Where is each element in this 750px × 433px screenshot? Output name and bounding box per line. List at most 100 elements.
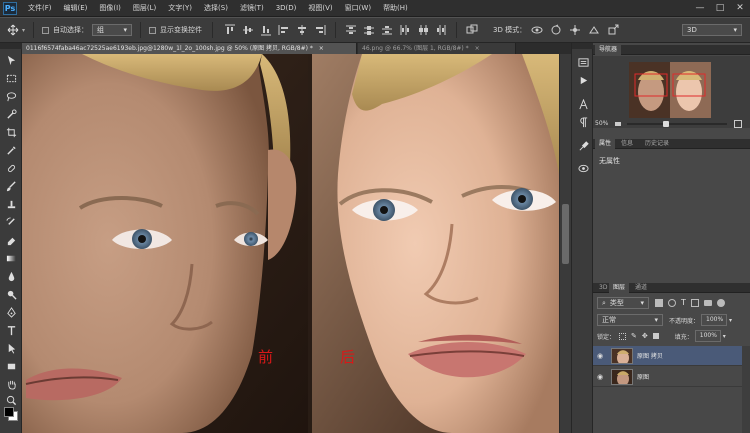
opacity-input[interactable]: 100% xyxy=(701,314,728,326)
filter-toggle-icon[interactable] xyxy=(716,299,725,307)
layer-row[interactable]: ◉ 原图 xyxy=(593,367,742,387)
align-right-icon[interactable] xyxy=(313,23,327,37)
zoom-tool-icon[interactable] xyxy=(4,393,18,407)
tab-navigator[interactable]: 导航器 xyxy=(595,45,622,55)
distribute-right-icon[interactable] xyxy=(434,23,448,37)
clone-stamp-tool-icon[interactable] xyxy=(4,197,18,211)
tab-close-icon[interactable]: × xyxy=(475,45,480,52)
align-vcenter-icon[interactable] xyxy=(241,23,255,37)
canvas-area[interactable]: 前 后 xyxy=(22,54,559,433)
tab-close-icon[interactable]: × xyxy=(319,45,324,52)
orbit-3d-icon[interactable] xyxy=(530,23,544,37)
chevron-down-icon[interactable]: ▾ xyxy=(729,317,732,324)
minimize-button[interactable]: — xyxy=(690,0,710,17)
chevron-down-icon[interactable]: ▾ xyxy=(723,333,726,340)
history-brush-tool-icon[interactable] xyxy=(4,215,18,229)
maximize-button[interactable]: □ xyxy=(710,0,730,17)
dodge-tool-icon[interactable] xyxy=(4,287,18,301)
filter-shape-icon[interactable] xyxy=(690,299,699,307)
scale-3d-icon[interactable] xyxy=(606,23,620,37)
filter-smart-object-icon[interactable] xyxy=(703,300,712,306)
fill-input[interactable]: 100% xyxy=(694,330,721,342)
foreground-color-swatch[interactable] xyxy=(4,407,14,417)
tab-channels[interactable]: 通道 xyxy=(631,283,651,293)
scrollbar-thumb[interactable] xyxy=(562,204,569,264)
menu-layer[interactable]: 图层(L) xyxy=(127,0,162,17)
character-panel-icon[interactable] xyxy=(576,97,590,111)
path-selection-tool-icon[interactable] xyxy=(4,341,18,355)
dock-grip[interactable] xyxy=(572,43,594,49)
move-tool-icon[interactable] xyxy=(4,53,18,67)
lock-pixels-icon[interactable]: ✎ xyxy=(631,332,637,340)
blur-tool-icon[interactable] xyxy=(4,269,18,283)
show-transform-checkbox[interactable] xyxy=(149,26,157,34)
tab-properties[interactable]: 属性 xyxy=(595,139,616,149)
tab-history[interactable]: 历史记录 xyxy=(641,139,673,149)
healing-brush-tool-icon[interactable] xyxy=(4,161,18,175)
filter-type-icon[interactable]: T xyxy=(681,299,686,307)
lock-position-icon[interactable]: ✥ xyxy=(642,332,648,340)
layer-filter-dropdown[interactable]: ⌕ 类型 ▾ xyxy=(597,297,649,309)
menu-3d[interactable]: 3D(D) xyxy=(270,0,303,17)
layer-row-selected[interactable]: ◉ 原图 拷贝 xyxy=(593,346,742,366)
slide-3d-icon[interactable] xyxy=(587,23,601,37)
close-button[interactable]: ✕ xyxy=(730,0,750,17)
lock-transparency-icon[interactable] xyxy=(619,332,627,340)
menu-window[interactable]: 窗口(W) xyxy=(339,0,377,17)
navigator-zoom-value[interactable]: 50% xyxy=(595,120,608,127)
auto-select-dropdown[interactable]: 组 ▾ xyxy=(92,24,133,36)
lasso-tool-icon[interactable] xyxy=(4,89,18,103)
align-bottom-icon[interactable] xyxy=(259,23,273,37)
canvas-vertical-scrollbar[interactable] xyxy=(559,54,571,433)
lock-all-icon[interactable] xyxy=(652,333,659,339)
navigator-thumbnail[interactable] xyxy=(629,62,711,118)
layer-name[interactable]: 原图 拷贝 xyxy=(637,351,663,360)
tab-document-2[interactable]: 46.png @ 66.7% (图层 1, RGB/8#) * × xyxy=(358,43,516,54)
distribute-bottom-icon[interactable] xyxy=(380,23,394,37)
marquee-tool-icon[interactable] xyxy=(4,71,18,85)
layer-name[interactable]: 原图 xyxy=(637,372,649,381)
menu-file[interactable]: 文件(F) xyxy=(22,0,58,17)
pan-3d-icon[interactable] xyxy=(568,23,582,37)
align-left-icon[interactable] xyxy=(277,23,291,37)
zoom-out-icon[interactable] xyxy=(615,122,621,126)
blend-mode-dropdown[interactable]: 正常 ▾ xyxy=(597,314,663,326)
clone-source-icon[interactable] xyxy=(576,161,590,175)
align-top-icon[interactable] xyxy=(223,23,237,37)
hand-tool-icon[interactable] xyxy=(4,377,18,391)
toolbar-grip[interactable] xyxy=(0,43,22,49)
menu-type[interactable]: 文字(Y) xyxy=(162,0,198,17)
visibility-eye-icon[interactable]: ◉ xyxy=(593,373,607,381)
visibility-eye-icon[interactable]: ◉ xyxy=(593,352,607,360)
history-panel-icon[interactable] xyxy=(576,55,590,69)
type-tool-icon[interactable] xyxy=(4,323,18,337)
distribute-left-icon[interactable] xyxy=(398,23,412,37)
rectangle-tool-icon[interactable] xyxy=(4,359,18,373)
menu-help[interactable]: 帮助(H) xyxy=(377,0,414,17)
zoom-slider-track[interactable] xyxy=(627,123,727,125)
tool-presets-icon[interactable] xyxy=(576,139,590,153)
eraser-tool-icon[interactable] xyxy=(4,233,18,247)
auto-select-checkbox[interactable] xyxy=(42,26,50,34)
tab-document-1[interactable]: 0116f6574faba46ac72525ae6193eb.jpg@1280w… xyxy=(22,43,357,54)
tab-layers[interactable]: 图层 xyxy=(609,283,630,293)
menu-edit[interactable]: 编辑(E) xyxy=(58,0,94,17)
distribute-vcenter-icon[interactable] xyxy=(362,23,376,37)
zoom-slider-thumb[interactable] xyxy=(663,121,669,127)
menu-select[interactable]: 选择(S) xyxy=(198,0,234,17)
tab-info[interactable]: 信息 xyxy=(617,139,637,149)
layers-scrollbar[interactable] xyxy=(742,346,750,433)
roll-3d-icon[interactable] xyxy=(549,23,563,37)
distribute-hcenter-icon[interactable] xyxy=(416,23,430,37)
menu-filter[interactable]: 滤镜(T) xyxy=(234,0,270,17)
menu-image[interactable]: 图像(I) xyxy=(93,0,127,17)
preset-dropdown-arrow-icon[interactable]: ▾ xyxy=(22,27,25,34)
move-tool-preset-icon[interactable] xyxy=(6,23,20,37)
filter-pixel-icon[interactable] xyxy=(655,299,663,307)
eyedropper-tool-icon[interactable] xyxy=(4,143,18,157)
workspace-dropdown[interactable]: 3D ▾ xyxy=(682,24,742,36)
pen-tool-icon[interactable] xyxy=(4,305,18,319)
zoom-in-icon[interactable] xyxy=(734,120,742,128)
crop-tool-icon[interactable] xyxy=(4,125,18,139)
filter-adjustment-icon[interactable] xyxy=(668,299,676,307)
